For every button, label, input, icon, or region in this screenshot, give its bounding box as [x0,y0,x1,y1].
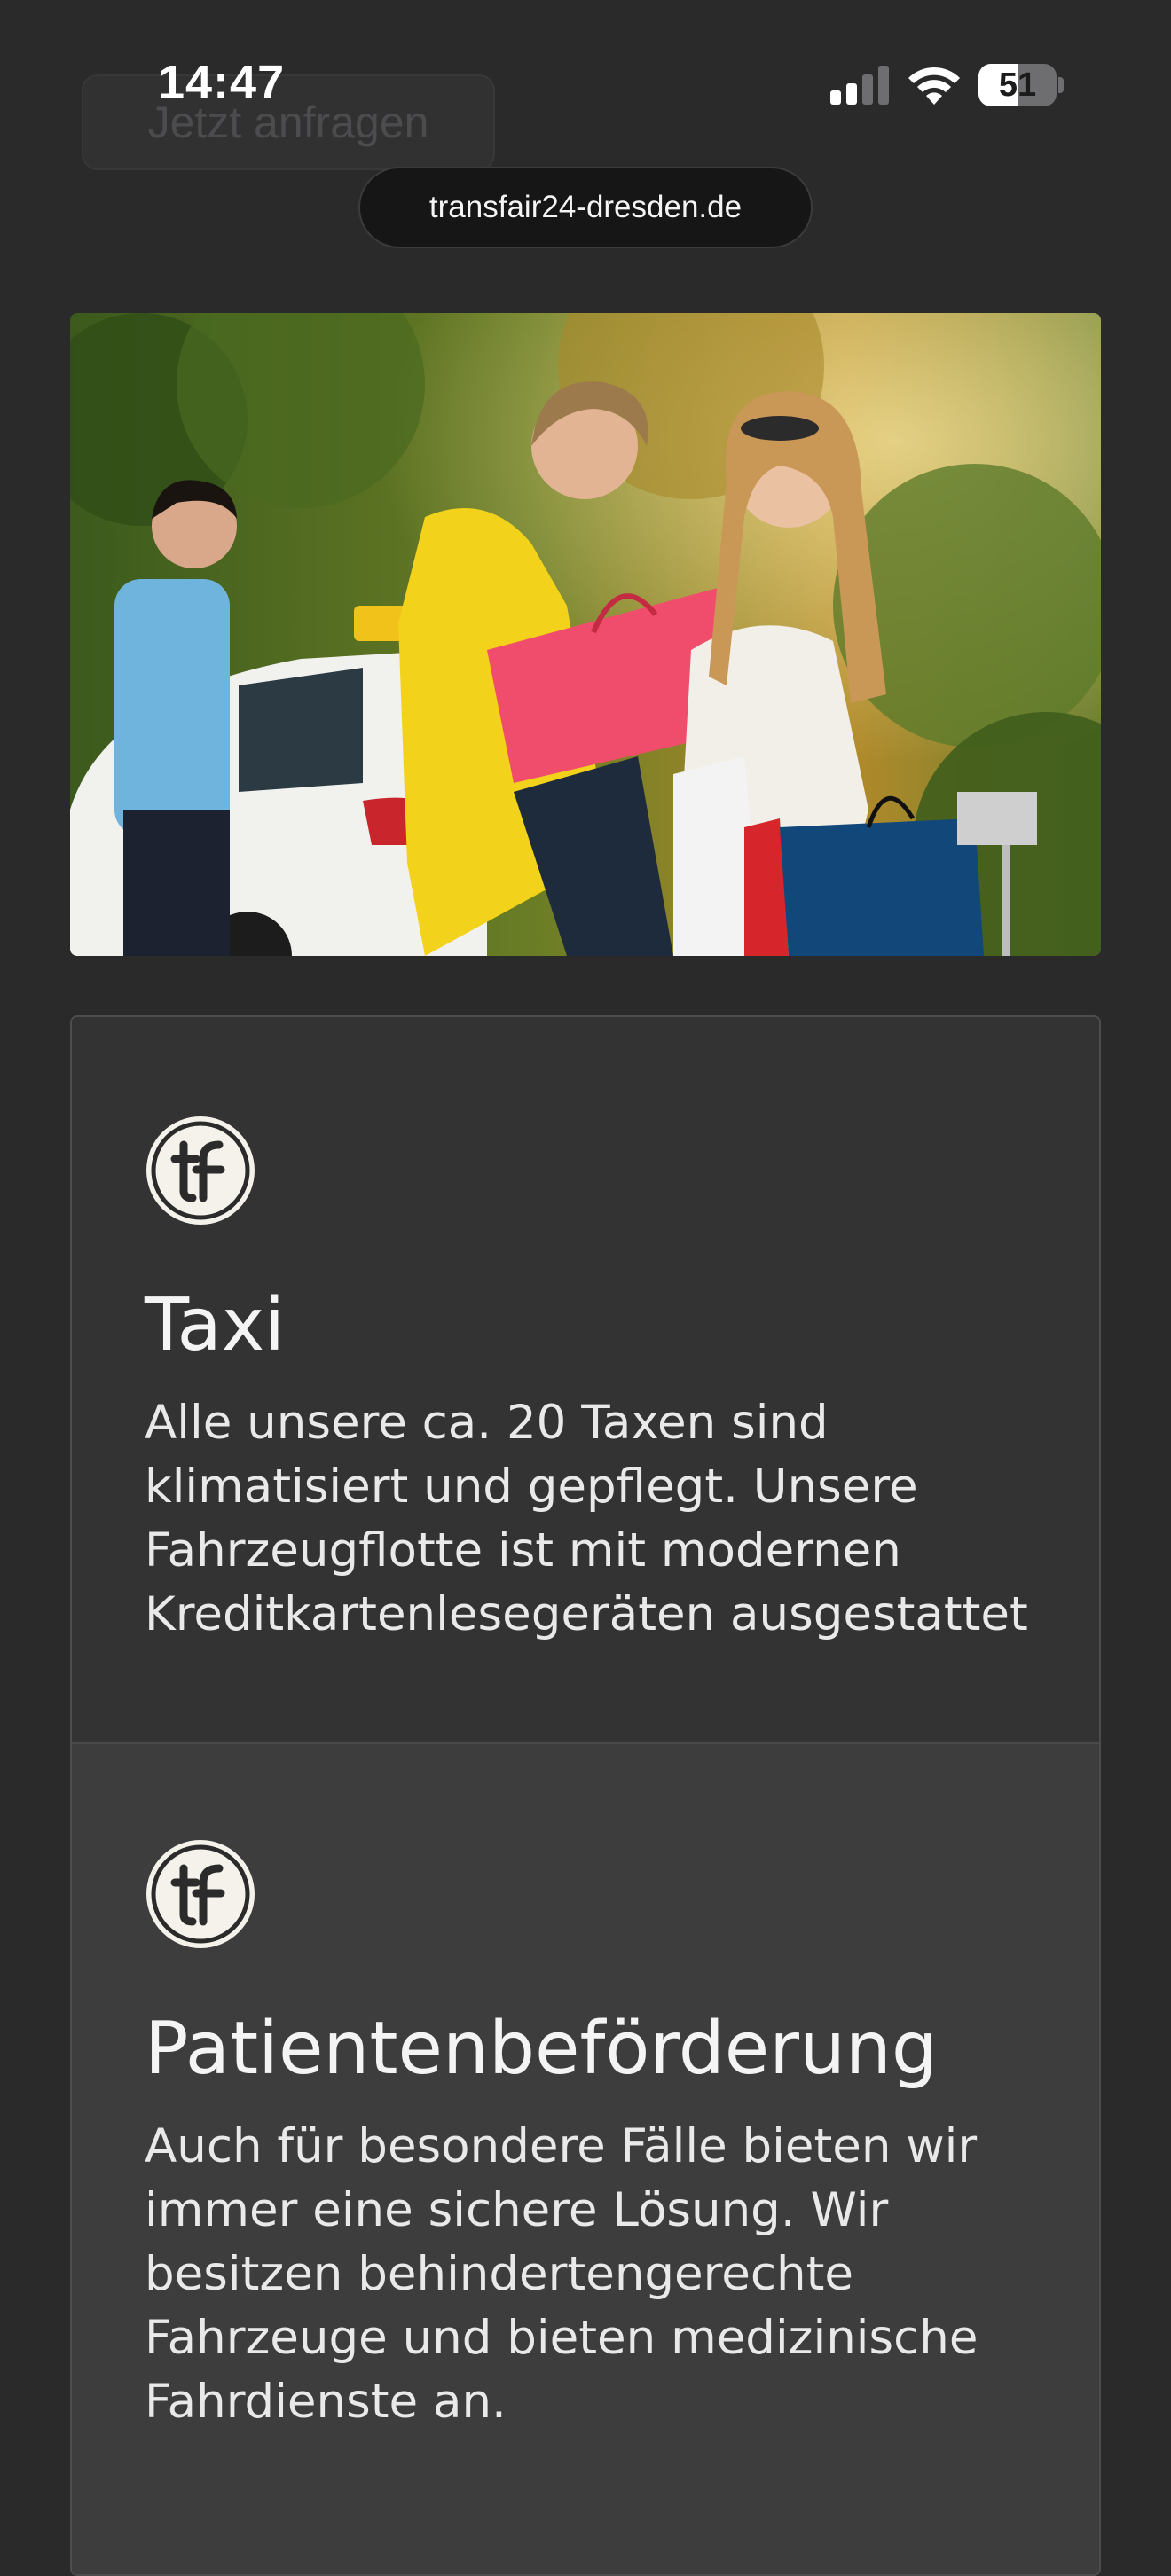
service-title: Taxi [145,1283,286,1367]
tf-logo-icon [146,1116,255,1225]
wifi-icon [908,67,960,105]
service-description: Alle unsere ca. 20 Taxen sind klimatisie… [145,1396,1028,1641]
service-description: Auch für besondere Fälle bieten wir imme… [145,2119,978,2429]
tf-logo-icon [146,1840,255,1948]
service-card-patient-transport[interactable]: Patientenbeförderung Auch für besondere … [72,1742,1099,2574]
battery-percentage: 51 [998,67,1037,104]
services-list: Taxi Alle unsere ca. 20 Taxen sind klima… [70,1015,1101,2576]
battery-indicator: 51 [978,64,1064,106]
cellular-signal-icon [830,66,889,105]
service-title: Patientenbeförderung [145,2007,938,2091]
hero-image [70,313,1101,956]
status-bar: 14:47 51 [0,0,1171,168]
url-bar[interactable]: transfair24-dresden.de [358,167,813,248]
taxi-shopping-photo [70,313,1101,956]
status-time: 14:47 [158,56,286,109]
service-card-taxi[interactable]: Taxi Alle unsere ca. 20 Taxen sind klima… [72,1017,1099,1742]
